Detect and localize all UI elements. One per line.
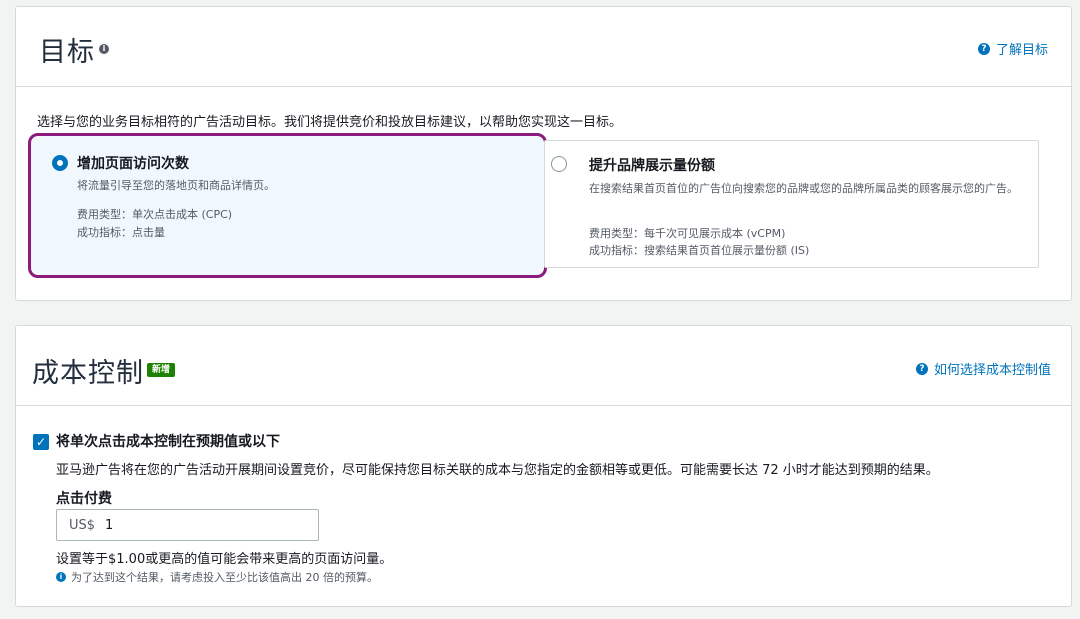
cpc-input-wrapper[interactable]: US$ bbox=[56, 509, 319, 541]
cpc-input[interactable] bbox=[105, 517, 286, 533]
cpc-field-label: 点击付费 bbox=[56, 491, 112, 507]
cpc-hint: 设置等于$1.00或更高的值可能会带来更高的页面访问量。 bbox=[56, 552, 393, 567]
goal-card: 目标 i ? 了解目标 选择与您的业务目标相符的广告活动目标。我们将提供竞价和投… bbox=[15, 6, 1072, 301]
option-metric: 成功指标：搜索结果首页首位展示量份额 (IS) bbox=[589, 244, 810, 257]
cost-control-desc: 亚马逊广告将在您的广告活动开展期间设置竞价，尽可能保持您目标关联的成本与您指定的… bbox=[56, 463, 939, 478]
option-page-visits[interactable]: 增加页面访问次数 将流量引导至您的落地页和商品详情页。 费用类型：单次点击成本 … bbox=[28, 133, 547, 278]
learn-goal-link[interactable]: ? 了解目标 bbox=[977, 39, 1048, 58]
radio-page-visits[interactable] bbox=[52, 155, 68, 171]
cost-control-checkbox-label[interactable]: 将单次点击成本控制在预期值或以下 bbox=[56, 431, 280, 451]
cost-control-checkbox[interactable]: ✓ bbox=[33, 434, 49, 450]
budget-hint-text: 为了达到这个结果，请考虑投入至少比该值高出 20 倍的预算。 bbox=[71, 571, 378, 584]
cost-help-link-label: 如何选择成本控制值 bbox=[933, 363, 1051, 378]
help-icon: ? bbox=[977, 42, 990, 55]
option-metric: 成功指标：点击量 bbox=[77, 226, 165, 239]
option-cost-type: 费用类型：每千次可见展示成本 (vCPM) bbox=[589, 227, 786, 240]
option-cost-type: 费用类型：单次点击成本 (CPC) bbox=[77, 208, 233, 221]
option-title: 提升品牌展示量份额 bbox=[589, 158, 715, 174]
help-icon: ? bbox=[915, 362, 928, 375]
option-brand-impression-share[interactable]: 提升品牌展示量份额 在搜索结果首页首位的广告位向搜索您的品牌或您的品牌所属品类的… bbox=[544, 140, 1039, 268]
currency-prefix: US$ bbox=[69, 517, 96, 533]
cost-control-card: 成本控制 新增 ? 如何选择成本控制值 ✓ 将单次点击成本控制在预期值或以下 亚… bbox=[15, 325, 1072, 607]
goal-title: 目标 bbox=[39, 37, 95, 68]
goal-intro: 选择与您的业务目标相符的广告活动目标。我们将提供竞价和投放目标建议，以帮助您实现… bbox=[37, 115, 623, 130]
cost-control-help-link[interactable]: ? 如何选择成本控制值 bbox=[915, 359, 1051, 378]
goal-card-header: 目标 i ? 了解目标 bbox=[16, 7, 1071, 87]
learn-goal-link-label: 了解目标 bbox=[995, 43, 1048, 58]
budget-hint: i 为了达到这个结果，请考虑投入至少比该值高出 20 倍的预算。 bbox=[56, 569, 378, 585]
option-desc: 在搜索结果首页首位的广告位向搜索您的品牌或您的品牌所属品类的顾客展示您的广告。 bbox=[589, 182, 1018, 195]
info-icon[interactable]: i bbox=[99, 44, 109, 54]
cost-title: 成本控制 bbox=[32, 358, 144, 389]
new-badge: 新增 bbox=[147, 363, 175, 377]
radio-brand-impression-share[interactable] bbox=[551, 156, 567, 172]
cost-card-header: 成本控制 新增 ? 如何选择成本控制值 bbox=[16, 326, 1071, 406]
option-desc: 将流量引导至您的落地页和商品详情页。 bbox=[77, 179, 275, 192]
info-icon: i bbox=[56, 572, 66, 582]
option-title: 增加页面访问次数 bbox=[77, 156, 189, 172]
